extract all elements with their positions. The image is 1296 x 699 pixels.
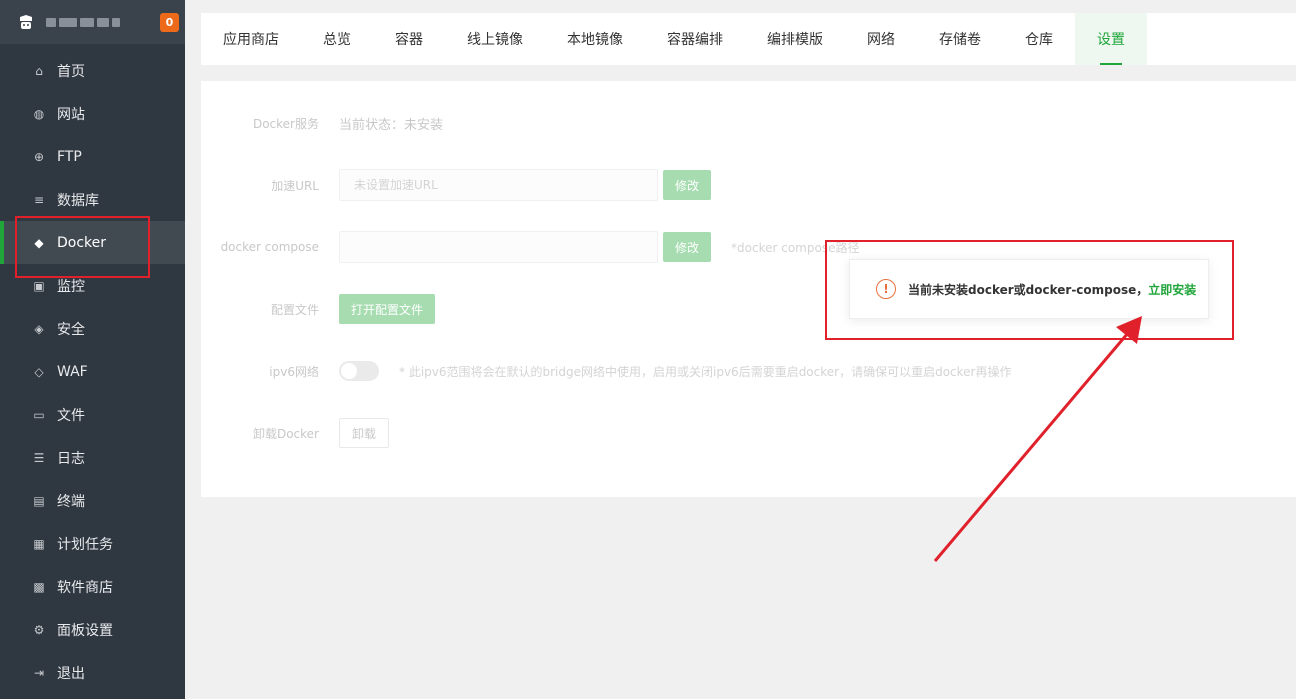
docker-service-status: 当前状态：未安装 <box>339 117 444 133</box>
apps-grid-icon: ▩ <box>33 579 45 594</box>
config-file-row: 配置文件 打开配置文件 <box>201 293 436 325</box>
uninstall-label: 卸载Docker <box>252 426 319 441</box>
server-name-blurred <box>46 17 120 27</box>
sidebar-item-3[interactable]: ≡ 数据库 <box>0 178 185 221</box>
tab-6[interactable]: 编排模版 <box>745 13 845 65</box>
sidebar-item-6[interactable]: ◈ 安全 <box>0 307 185 350</box>
sidebar-item-label: WAF <box>57 363 88 380</box>
sidebar-item-7[interactable]: ◇ WAF <box>0 350 185 393</box>
annotation-box-alert <box>825 240 1234 340</box>
globe-icon: ◍ <box>33 106 45 121</box>
tab-9[interactable]: 仓库 <box>1003 13 1075 65</box>
folder-icon: ▭ <box>33 407 45 422</box>
waf-shield-icon: ◇ <box>34 364 44 379</box>
ipv6-toggle[interactable] <box>339 361 379 381</box>
toggle-knob <box>341 363 357 379</box>
sidebar-item-label: 软件商店 <box>57 579 113 596</box>
sidebar-item-label: 文件 <box>57 407 85 424</box>
sidebar-item-14[interactable]: ⇥ 退出 <box>0 651 185 694</box>
tab-8[interactable]: 存储卷 <box>917 13 1003 65</box>
sidebar-item-12[interactable]: ▩ 软件商店 <box>0 565 185 608</box>
sidebar-item-11[interactable]: ▦ 计划任务 <box>0 522 185 565</box>
database-icon: ≡ <box>33 192 45 207</box>
uninstall-row: 卸载Docker 卸载 <box>201 417 390 449</box>
compose-row: docker compose 修改 *docker compose路径 <box>201 231 859 263</box>
logo-icon <box>18 14 34 30</box>
compose-modify-button[interactable]: 修改 <box>663 232 712 262</box>
sidebar-item-0[interactable]: ⌂ 首页 <box>0 49 185 92</box>
sidebar-item-2[interactable]: ⊕ FTP <box>0 135 185 178</box>
sidebar-item-label: 监控 <box>57 278 85 295</box>
compose-path-input[interactable] <box>339 231 658 263</box>
ipv6-row: ipv6网络 * 此ipv6范围将会在默认的bridge网络中使用，启用或关闭i… <box>201 355 1011 387</box>
compose-label: docker compose <box>220 240 319 254</box>
tab-10[interactable]: 设置 <box>1075 13 1147 65</box>
docker-service-row: Docker服务 当前状态：未安装 <box>201 107 443 139</box>
tab-3[interactable]: 线上镜像 <box>445 13 545 65</box>
config-file-label: 配置文件 <box>270 302 319 317</box>
calendar-icon: ▦ <box>33 536 45 551</box>
terminal-icon: ▤ <box>33 493 45 508</box>
uninstall-button[interactable]: 卸载 <box>339 418 390 448</box>
tab-7[interactable]: 网络 <box>845 13 917 65</box>
ftp-globe-icon: ⊕ <box>33 149 45 164</box>
sidebar-item-10[interactable]: ▤ 终端 <box>0 479 185 522</box>
sidebar: 0 ⌂ 首页 ◍ 网站 ⊕ FTP ≡ 数据库 ◆ Docker ▣ 监控 ◈ 安全 ◇ WAF ▭ 文件 ☰ 日志 ▤… <box>0 0 185 699</box>
notification-badge[interactable]: 0 <box>160 13 179 32</box>
tab-bar: 应用商店 总览 容器 线上镜像 本地镜像 容器编排 编排模版 网络 存储卷 仓库 设置 <box>201 13 1296 65</box>
sidebar-item-label: 网站 <box>57 106 85 123</box>
home-icon: ⌂ <box>35 63 43 78</box>
accel-url-input[interactable] <box>339 169 658 201</box>
accel-url-label: 加速URL <box>271 178 319 193</box>
accel-url-modify-button[interactable]: 修改 <box>663 170 712 200</box>
sidebar-item-label: 首页 <box>57 63 85 80</box>
ipv6-label: ipv6网络 <box>269 364 319 379</box>
tab-5[interactable]: 容器编排 <box>645 13 745 65</box>
ipv6-hint: * 此ipv6范围将会在默认的bridge网络中使用，启用或关闭ipv6后需要重… <box>399 364 1012 379</box>
docker-service-label: Docker服务 <box>252 116 319 131</box>
sidebar-item-13[interactable]: ⚙ 面板设置 <box>0 608 185 651</box>
tab-2[interactable]: 容器 <box>373 13 445 65</box>
tab-0[interactable]: 应用商店 <box>201 13 301 65</box>
sidebar-item-8[interactable]: ▭ 文件 <box>0 393 185 436</box>
annotation-box-docker <box>15 216 150 278</box>
logout-icon: ⇥ <box>33 665 45 680</box>
sidebar-item-label: 退出 <box>57 665 85 682</box>
accel-url-row: 加速URL 修改 <box>201 169 712 201</box>
sidebar-item-label: 计划任务 <box>57 536 113 553</box>
sidebar-item-label: FTP <box>57 148 82 165</box>
tab-1[interactable]: 总览 <box>301 13 373 65</box>
open-config-file-button[interactable]: 打开配置文件 <box>339 294 436 324</box>
sidebar-item-label: 终端 <box>57 493 85 510</box>
sidebar-header: 0 <box>0 0 185 44</box>
gear-icon: ⚙ <box>33 622 45 637</box>
sidebar-item-label: 面板设置 <box>57 622 113 639</box>
monitor-icon: ▣ <box>33 278 45 293</box>
shield-icon: ◈ <box>34 321 44 336</box>
tab-4[interactable]: 本地镜像 <box>545 13 645 65</box>
sidebar-item-1[interactable]: ◍ 网站 <box>0 92 185 135</box>
sidebar-item-label: 数据库 <box>57 192 99 209</box>
sidebar-item-9[interactable]: ☰ 日志 <box>0 436 185 479</box>
sidebar-item-label: 日志 <box>57 450 85 467</box>
sidebar-item-label: 安全 <box>57 321 85 338</box>
log-icon: ☰ <box>33 450 45 465</box>
